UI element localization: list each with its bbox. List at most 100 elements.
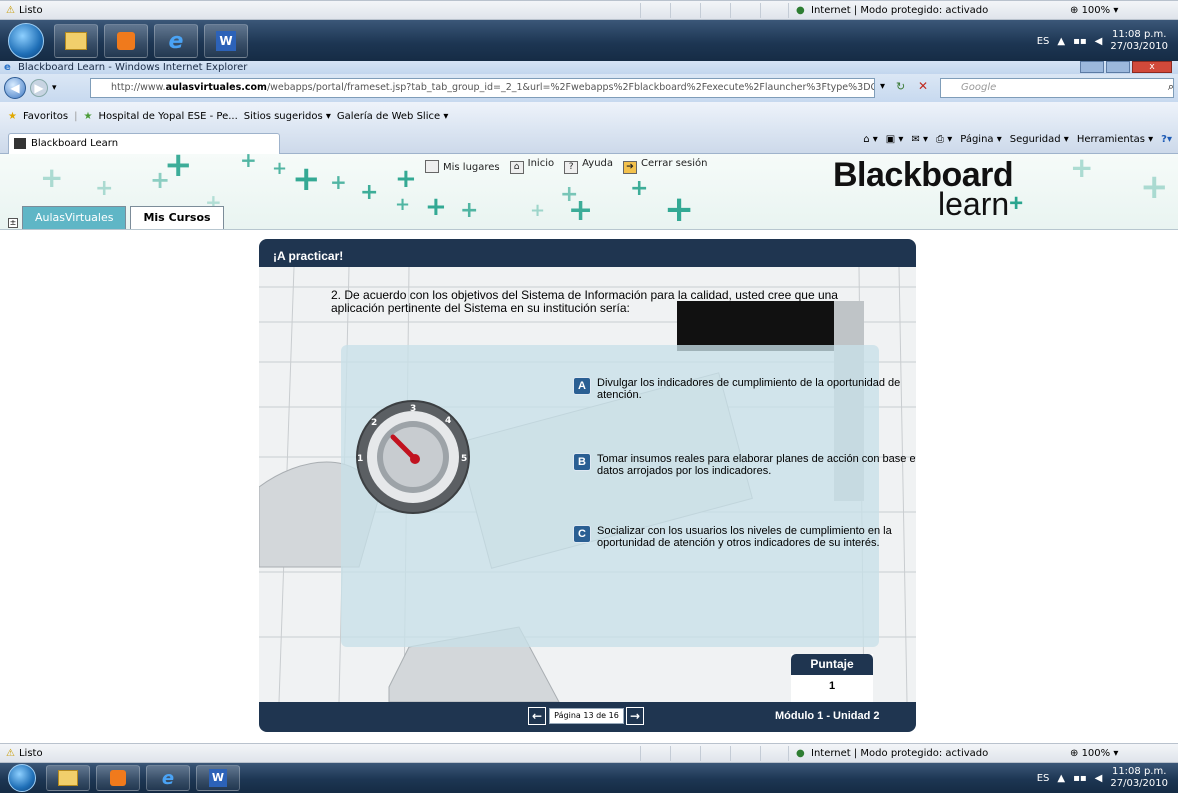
decor-plus: + bbox=[568, 193, 594, 228]
favorite-link-hospital[interactable]: Hospital de Yopal ESE - Pe... bbox=[98, 111, 237, 122]
print-icon[interactable]: ⎙ ▾ bbox=[936, 134, 952, 145]
back-button[interactable]: ◀ bbox=[4, 77, 26, 99]
maximize-button[interactable] bbox=[1106, 61, 1130, 73]
learn-plus-icon: + bbox=[1009, 190, 1024, 217]
tray-arrow-icon[interactable]: ▲ bbox=[1057, 36, 1065, 47]
decor-plus: + bbox=[1140, 167, 1169, 207]
practice-module: ¡A practicar! 2. De acuerdo con los obje… bbox=[259, 239, 916, 732]
page-menu[interactable]: Página ▾ bbox=[960, 134, 1002, 145]
clock-date: 27/03/2010 bbox=[1110, 778, 1168, 789]
close-button[interactable]: x bbox=[1132, 61, 1172, 73]
learn-logo: learn+ bbox=[938, 188, 1024, 220]
option-letter[interactable]: B bbox=[573, 453, 591, 471]
url-domain: aulasvirtuales.com bbox=[165, 82, 267, 93]
folder-icon bbox=[65, 32, 87, 50]
blackboard-favicon-icon bbox=[14, 138, 26, 149]
volume-icon[interactable]: ◀ bbox=[1095, 773, 1103, 784]
arrow-left-icon: ← bbox=[531, 709, 543, 723]
word-icon: W bbox=[209, 769, 227, 787]
word-taskbar-button[interactable]: W bbox=[196, 765, 240, 791]
add-favorite-icon[interactable]: ★ bbox=[83, 111, 92, 122]
search-icon[interactable]: ⌕ bbox=[1168, 80, 1174, 94]
favorite-link-suggested[interactable]: Sitios sugeridos ▾ bbox=[244, 111, 331, 122]
option-letter[interactable]: C bbox=[573, 525, 591, 543]
option-b[interactable]: B Tomar insumos reales para elaborar pla… bbox=[573, 453, 916, 477]
clock[interactable]: 11:08 p.m. 27/03/2010 bbox=[1110, 766, 1168, 790]
stop-icon[interactable]: ✕ bbox=[918, 79, 928, 93]
search-input[interactable]: Google bbox=[940, 78, 1174, 98]
word-taskbar-button[interactable]: W bbox=[204, 24, 248, 58]
ie-taskbar-button[interactable]: e bbox=[154, 24, 198, 58]
security-menu[interactable]: Seguridad ▾ bbox=[1010, 134, 1069, 145]
back-arrow-icon: ◀ bbox=[10, 81, 20, 95]
network-icon[interactable]: ▪▪ bbox=[1073, 773, 1087, 784]
gauge-icon: 1 2 3 4 5 bbox=[356, 400, 470, 514]
volume-icon[interactable]: ◀ bbox=[1095, 36, 1103, 47]
ie-icon: e bbox=[168, 28, 184, 54]
page-indicator: Página 13 de 16 bbox=[549, 708, 624, 724]
media-taskbar-button[interactable] bbox=[104, 24, 148, 58]
link-label: Inicio bbox=[527, 158, 555, 169]
network-icon[interactable]: ▪▪ bbox=[1073, 36, 1087, 47]
zoom-button[interactable]: ⊕ 100% ▾ bbox=[1070, 5, 1118, 16]
language-indicator[interactable]: ES bbox=[1037, 36, 1050, 47]
tab-mis-cursos[interactable]: Mis Cursos bbox=[130, 206, 224, 229]
next-page-button[interactable]: → bbox=[626, 707, 644, 725]
favorites-button[interactable]: Favoritos bbox=[23, 111, 68, 122]
link-cerrar-sesion[interactable]: ➔ Cerrar sesión bbox=[623, 158, 707, 174]
logout-icon: ➔ bbox=[623, 161, 638, 174]
url-input[interactable]: http://www.aulasvirtuales.com/webapps/po… bbox=[90, 78, 875, 98]
expand-icon[interactable]: ± bbox=[8, 218, 18, 228]
option-c[interactable]: C Socializar con los usuarios los nivele… bbox=[573, 525, 916, 549]
feeds-icon[interactable]: ▣ ▾ bbox=[886, 134, 904, 145]
forward-button[interactable]: ▶ bbox=[30, 79, 48, 97]
option-a[interactable]: A Divulgar los indicadores de cumplimien… bbox=[573, 377, 916, 401]
taskbar-top: e W ES ▲ ▪▪ ◀ 11:08 p.m. 27/03/2010 bbox=[0, 20, 1178, 62]
gauge-label-5: 5 bbox=[461, 454, 467, 464]
option-letter[interactable]: A bbox=[573, 377, 591, 395]
module-label: Módulo 1 - Unidad 2 bbox=[775, 710, 880, 722]
minimize-button[interactable] bbox=[1080, 61, 1104, 73]
home-icon: ⌂ bbox=[509, 161, 524, 174]
decor-plus: + bbox=[664, 189, 695, 230]
media-player-icon bbox=[110, 770, 126, 786]
option-text[interactable]: Divulgar los indicadores de cumplimiento… bbox=[597, 377, 916, 401]
refresh-icon[interactable]: ↻ bbox=[896, 80, 905, 93]
gauge-label-4: 4 bbox=[445, 416, 451, 426]
zoom-button[interactable]: ⊕ 100% ▾ bbox=[1070, 748, 1118, 759]
link-inicio[interactable]: ⌂ Inicio bbox=[509, 158, 555, 174]
decor-plus: + bbox=[395, 194, 411, 215]
start-button[interactable] bbox=[8, 23, 44, 59]
favorite-link-webslice[interactable]: Galería de Web Slice ▾ bbox=[337, 111, 448, 122]
media-taskbar-button[interactable] bbox=[96, 765, 140, 791]
start-button[interactable] bbox=[8, 764, 36, 792]
system-tray: ES ▲ ▪▪ ◀ 11:08 p.m. 27/03/2010 bbox=[1037, 20, 1168, 62]
blackboard-header: + + + + + + + + + + + + + + + + + + + + … bbox=[0, 154, 1178, 230]
tools-menu[interactable]: Herramientas ▾ bbox=[1077, 134, 1153, 145]
link-ayuda[interactable]: ? Ayuda bbox=[564, 158, 613, 174]
ie-taskbar-button[interactable]: e bbox=[146, 765, 190, 791]
home-icon[interactable]: ⌂ ▾ bbox=[863, 134, 878, 145]
option-text[interactable]: Socializar con los usuarios los niveles … bbox=[597, 525, 916, 549]
history-dropdown-icon[interactable]: ▾ bbox=[52, 83, 57, 93]
explorer-taskbar-button[interactable] bbox=[54, 24, 98, 58]
zone-text: Internet | Modo protegido: activado bbox=[811, 747, 989, 759]
decor-plus: + bbox=[164, 154, 193, 185]
decor-plus: + bbox=[460, 198, 479, 223]
tab-aulasvirtuales[interactable]: AulasVirtuales bbox=[22, 206, 127, 229]
decor-plus: + bbox=[1070, 154, 1094, 184]
decor-plus: + bbox=[95, 176, 114, 201]
previous-page-button[interactable]: ← bbox=[528, 707, 546, 725]
clock[interactable]: 11:08 p.m. 27/03/2010 bbox=[1110, 29, 1168, 53]
language-indicator[interactable]: ES bbox=[1037, 773, 1050, 784]
explorer-taskbar-button[interactable] bbox=[46, 765, 90, 791]
link-mis-lugares[interactable]: Mis lugares bbox=[425, 159, 500, 173]
forward-arrow-icon: ▶ bbox=[34, 81, 44, 95]
warning-icon: ⚠ bbox=[6, 4, 15, 16]
tab-blackboard[interactable]: Blackboard Learn bbox=[8, 133, 280, 154]
help-icon[interactable]: ?▾ bbox=[1161, 134, 1172, 145]
option-text[interactable]: Tomar insumos reales para elaborar plane… bbox=[597, 453, 916, 477]
tray-arrow-icon[interactable]: ▲ bbox=[1057, 773, 1065, 784]
compat-icon[interactable]: ▾ bbox=[880, 81, 885, 92]
mail-icon[interactable]: ✉ ▾ bbox=[911, 134, 928, 145]
